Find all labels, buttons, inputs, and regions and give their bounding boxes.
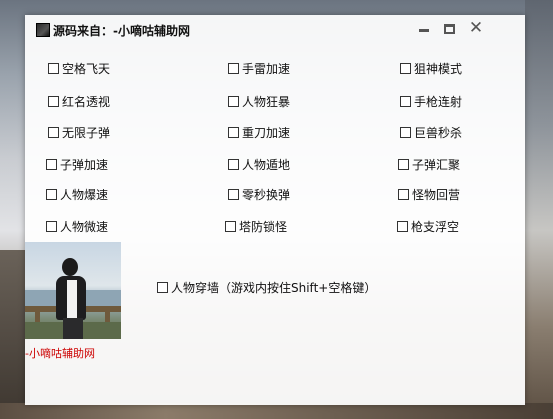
avatar-photo [25, 242, 121, 339]
checkbox[interactable] [48, 62, 59, 74]
option-bullet-converge[interactable]: 子弹汇聚 [398, 155, 460, 173]
checkbox[interactable] [400, 126, 411, 138]
option-grenade-speed[interactable]: 手雷加速 [228, 59, 290, 77]
option-label: 巨兽秒杀 [414, 125, 463, 140]
option-character-rage[interactable]: 人物狂暴 [228, 92, 290, 110]
option-zero-reload[interactable]: 零秒换弹 [228, 185, 290, 203]
option-label: 零秒换弹 [242, 187, 291, 202]
checkbox[interactable] [228, 95, 239, 107]
option-label: 塔防锁怪 [239, 219, 288, 234]
option-label: 子弹汇聚 [412, 157, 461, 172]
close-icon: ✕ [468, 18, 484, 38]
checkbox[interactable] [48, 95, 59, 107]
option-heavy-blade-speed[interactable]: 重刀加速 [228, 123, 290, 141]
checkbox[interactable] [46, 158, 57, 170]
option-space-fly[interactable]: 空格飞天 [48, 59, 110, 77]
option-label: 手枪连射 [414, 94, 463, 109]
checkbox[interactable] [398, 188, 409, 200]
option-label: 怪物回营 [412, 187, 461, 202]
option-label: 无限子弹 [62, 125, 111, 140]
app-icon [36, 23, 50, 37]
option-red-name-esp[interactable]: 红名透视 [48, 92, 110, 110]
option-label: 人物爆速 [60, 187, 109, 202]
checkbox[interactable] [228, 126, 239, 138]
option-bullet-speed[interactable]: 子弹加速 [46, 155, 108, 173]
avatar-caption: -小嘀咕辅助网 [25, 347, 95, 360]
background-shore [0, 403, 553, 419]
main-window: 源码来自：-小嘀咕辅助网 ✕ 空格飞天 手雷加速 狙神模式 红名透视 人物狂暴 … [25, 15, 525, 405]
option-sniper-mode[interactable]: 狙神模式 [400, 59, 462, 77]
checkbox[interactable] [228, 62, 239, 74]
option-infinite-ammo[interactable]: 无限子弹 [48, 123, 110, 141]
option-label: 狙神模式 [414, 61, 463, 76]
option-pistol-rapid[interactable]: 手枪连射 [400, 92, 462, 110]
minimize-icon [419, 29, 429, 32]
option-label: 人物狂暴 [242, 94, 291, 109]
checkbox[interactable] [46, 188, 57, 200]
title-bar[interactable]: 源码来自：-小嘀咕辅助网 ✕ [25, 15, 525, 45]
checkbox[interactable] [46, 220, 57, 232]
close-button[interactable]: ✕ [467, 18, 485, 39]
window-title: 源码来自：-小嘀咕辅助网 [53, 24, 190, 38]
checkbox[interactable] [228, 188, 239, 200]
maximize-icon [444, 24, 455, 34]
option-label: 重刀加速 [242, 125, 291, 140]
option-label: 人物穿墙（游戏内按住Shift+空格键） [171, 280, 377, 295]
option-beast-oneshot[interactable]: 巨兽秒杀 [400, 123, 462, 141]
option-character-slow[interactable]: 人物微速 [46, 217, 108, 235]
checkbox[interactable] [157, 281, 168, 293]
option-label: 手雷加速 [242, 61, 291, 76]
option-label: 人物遁地 [242, 157, 291, 172]
option-tower-lock-monster[interactable]: 塔防锁怪 [225, 217, 287, 235]
checkbox[interactable] [400, 95, 411, 107]
option-wall-through[interactable]: 人物穿墙（游戏内按住Shift+空格键） [157, 278, 376, 296]
checkbox[interactable] [225, 220, 236, 232]
checkbox[interactable] [398, 158, 409, 170]
minimize-button[interactable] [415, 21, 433, 39]
checkbox[interactable] [400, 62, 411, 74]
checkbox[interactable] [397, 220, 408, 232]
option-label: 人物微速 [60, 219, 109, 234]
maximize-button[interactable] [441, 21, 459, 39]
option-label: 子弹加速 [60, 157, 109, 172]
option-label: 红名透视 [62, 94, 111, 109]
option-character-underground[interactable]: 人物遁地 [228, 155, 290, 173]
checkbox[interactable] [228, 158, 239, 170]
option-character-burst-speed[interactable]: 人物爆速 [46, 185, 108, 203]
background-landscape [525, 0, 553, 419]
option-label: 空格飞天 [62, 61, 111, 76]
option-gun-float[interactable]: 枪支浮空 [397, 217, 459, 235]
checkbox[interactable] [48, 126, 59, 138]
option-monster-return[interactable]: 怪物回营 [398, 185, 460, 203]
option-label: 枪支浮空 [411, 219, 460, 234]
